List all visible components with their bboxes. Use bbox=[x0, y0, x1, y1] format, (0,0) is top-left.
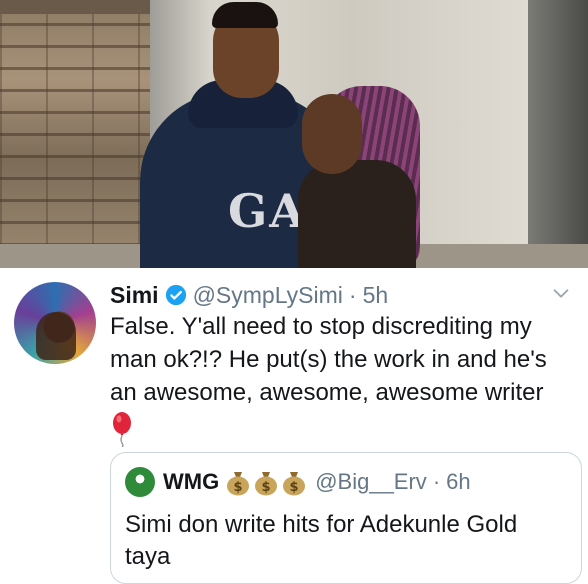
money-bag-icon: $ bbox=[283, 472, 306, 496]
quoted-separator-dot: · bbox=[432, 469, 441, 494]
quoted-tweet-header: WMG $ $ $ @Big__Erv · 6h bbox=[125, 467, 471, 497]
verified-badge-icon bbox=[165, 284, 186, 306]
woman-head bbox=[302, 94, 362, 174]
avatar[interactable] bbox=[14, 282, 96, 364]
quoted-avatar bbox=[125, 467, 155, 497]
quoted-timestamp: 6h bbox=[446, 469, 471, 494]
tweet-header: Simi @SympLySimi · 5h bbox=[110, 280, 388, 310]
tweet[interactable]: Simi @SympLySimi · 5h False. Y'all need … bbox=[0, 268, 588, 584]
quoted-tweet[interactable]: WMG $ $ $ @Big__Erv · 6h Simi don write … bbox=[110, 452, 582, 584]
tweet-photo[interactable]: GAP bbox=[0, 0, 588, 268]
timestamp[interactable]: 5h bbox=[363, 282, 389, 309]
quoted-handle: @Big__Erv bbox=[315, 469, 427, 494]
pillar bbox=[528, 0, 588, 268]
separator-dot: · bbox=[348, 281, 357, 308]
tweet-text-block: False. Y'all need to stop discrediting m… bbox=[110, 310, 580, 447]
user-handle[interactable]: @SympLySimi bbox=[193, 282, 343, 309]
money-bag-icon: $ bbox=[227, 472, 250, 496]
quoted-display-name: WMG bbox=[163, 469, 220, 494]
balloon-emoji-icon bbox=[113, 412, 131, 447]
quoted-tweet-text: Simi don write hits for Adekunle Gold ta… bbox=[125, 511, 518, 570]
avatar-portrait bbox=[36, 312, 76, 360]
svg-text:$: $ bbox=[234, 480, 243, 495]
chevron-down-icon[interactable] bbox=[550, 282, 572, 304]
tweet-text: False. Y'all need to stop discrediting m… bbox=[110, 313, 547, 406]
man-hair bbox=[212, 2, 278, 28]
woman-shirt bbox=[298, 160, 416, 268]
stone-wall bbox=[0, 0, 150, 268]
svg-text:$: $ bbox=[290, 480, 299, 495]
display-name[interactable]: Simi bbox=[110, 282, 159, 309]
stone-cap bbox=[0, 0, 150, 14]
money-bag-icon: $ bbox=[255, 472, 278, 496]
svg-text:$: $ bbox=[262, 480, 271, 495]
